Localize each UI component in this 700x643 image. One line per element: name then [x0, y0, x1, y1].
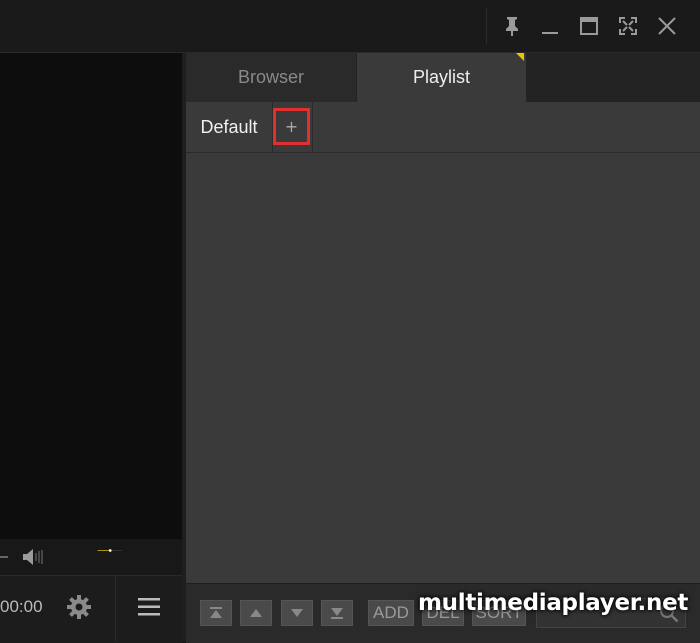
fullscreen-button[interactable]: [614, 12, 642, 40]
move-top-icon: [208, 606, 224, 620]
move-up-button[interactable]: [240, 600, 272, 626]
seek-track-end: [0, 556, 8, 558]
move-down-icon: [289, 606, 305, 620]
video-area[interactable]: [0, 53, 182, 539]
volume-fill: [98, 550, 111, 551]
maximize-button[interactable]: [575, 12, 603, 40]
move-bottom-button[interactable]: [321, 600, 353, 626]
time-display: 00:00: [0, 597, 43, 617]
tab-corner-marker: [516, 53, 524, 61]
move-bottom-icon: [329, 606, 345, 620]
minimize-button[interactable]: [536, 12, 564, 40]
volume-row: [0, 539, 182, 575]
close-icon: [656, 15, 678, 37]
control-separator: [115, 575, 116, 642]
add-button[interactable]: ADD: [368, 600, 414, 626]
playlist-tab-default[interactable]: Default: [186, 102, 272, 152]
playlist-list[interactable]: [186, 153, 700, 583]
volume-knob[interactable]: [109, 549, 112, 552]
gear-icon[interactable]: [66, 594, 92, 620]
menu-icon[interactable]: [136, 596, 162, 618]
move-up-icon: [248, 606, 264, 620]
playlist-tabs: Default +: [186, 102, 700, 153]
maximize-icon: [578, 15, 600, 37]
fullscreen-icon: [617, 15, 639, 37]
pin-button[interactable]: [498, 12, 526, 40]
titlebar-separator: [486, 8, 487, 44]
volume-icon[interactable]: [22, 548, 44, 566]
close-button[interactable]: [653, 12, 681, 40]
panel-tabs: Browser Playlist: [186, 53, 700, 102]
move-down-button[interactable]: [281, 600, 313, 626]
add-playlist-button[interactable]: +: [273, 108, 310, 145]
move-top-button[interactable]: [200, 600, 232, 626]
tab-browser[interactable]: Browser: [186, 53, 356, 102]
volume-slider[interactable]: [52, 549, 168, 552]
watermark-text: multimediaplayer.net: [418, 590, 688, 616]
playlist-panel: Browser Playlist Default + ADD DEL SORT: [186, 53, 700, 642]
playlist-tab-separator: [312, 102, 313, 152]
minimize-icon: [539, 15, 561, 37]
title-bar: [0, 0, 700, 53]
tab-playlist[interactable]: Playlist: [357, 53, 526, 102]
pin-icon: [501, 15, 523, 37]
